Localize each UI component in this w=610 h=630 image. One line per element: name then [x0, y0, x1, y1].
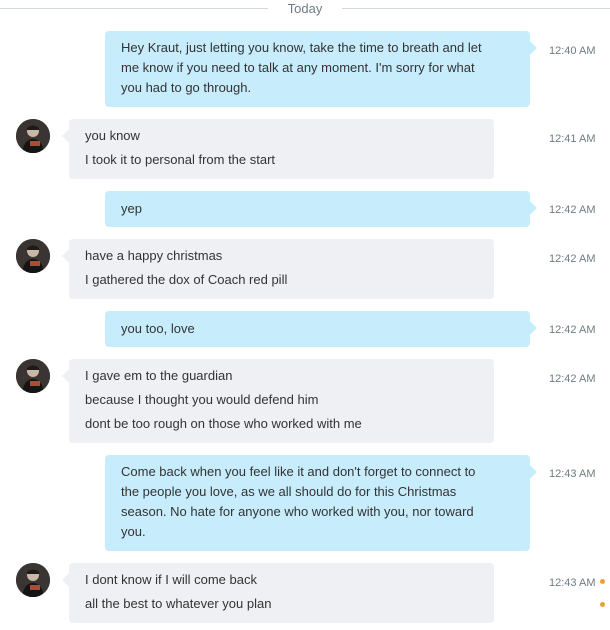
- message-text: Hey Kraut, just letting you know, take t…: [121, 40, 482, 55]
- message-timestamp: 12:40 AM: [549, 45, 596, 57]
- avatar-image-icon: [16, 239, 50, 273]
- message-text: have a happy christmas: [85, 248, 223, 263]
- avatar[interactable]: [16, 563, 50, 597]
- message-bubble[interactable]: yep: [105, 191, 537, 227]
- message-text: you know: [85, 128, 140, 143]
- divider-line-right: [342, 8, 610, 9]
- message-text: I took it to personal from the start: [85, 152, 276, 167]
- message-text: you.: [121, 524, 146, 539]
- avatar-image-icon: [16, 563, 50, 597]
- message-text: the people you love, as we all should do…: [121, 484, 457, 499]
- message-timestamp: 12:41 AM: [549, 133, 596, 145]
- unread-status-dot-icon: [600, 602, 605, 607]
- message-bubble[interactable]: Hey Kraut, just letting you know, take t…: [105, 31, 537, 107]
- message-text: Come back when you feel like it and don'…: [121, 464, 476, 479]
- avatar-image-icon: [16, 119, 50, 153]
- message-text: all the best to whatever you plan: [85, 596, 272, 611]
- message-bubble[interactable]: Come back when you feel like it and don'…: [105, 455, 537, 551]
- message-bubble[interactable]: you too, love: [105, 311, 537, 347]
- message-text: you had to go through.: [121, 80, 252, 95]
- day-divider: Today: [0, 0, 610, 18]
- avatar-image-icon: [16, 359, 50, 393]
- avatar[interactable]: [16, 239, 50, 273]
- message-text: season. No hate for anyone who worked wi…: [121, 504, 474, 519]
- day-divider-label: Today: [287, 1, 323, 16]
- message-timestamp: 12:42 AM: [549, 204, 596, 216]
- avatar[interactable]: [16, 119, 50, 153]
- divider-line-left: [0, 8, 268, 9]
- message-timestamp: 12:43 AM: [549, 577, 596, 589]
- message-bubble[interactable]: have a happy christmas I gathered the do…: [62, 239, 494, 299]
- message-timestamp: 12:42 AM: [549, 373, 596, 385]
- avatar[interactable]: [16, 359, 50, 393]
- message-bubble[interactable]: I dont know if I will come back all the …: [62, 563, 494, 623]
- message-bubble[interactable]: you know I took it to personal from the …: [62, 119, 494, 179]
- message-text: because I thought you would defend him: [85, 392, 319, 407]
- message-text: yep: [121, 201, 142, 216]
- message-timestamp: 12:42 AM: [549, 324, 596, 336]
- message-text: you too, love: [121, 321, 195, 336]
- message-text: I gathered the dox of Coach red pill: [85, 272, 288, 287]
- message-text: I gave em to the guardian: [85, 368, 233, 383]
- message-text: me know if you need to talk at any momen…: [121, 60, 475, 75]
- message-timestamp: 12:42 AM: [549, 253, 596, 265]
- unread-status-dot-icon: [600, 579, 605, 584]
- message-timestamp: 12:43 AM: [549, 468, 596, 480]
- message-text: I dont know if I will come back: [85, 572, 257, 587]
- message-bubble[interactable]: I gave em to the guardian because I thou…: [62, 359, 494, 443]
- message-text: dont be too rough on those who worked wi…: [85, 416, 362, 431]
